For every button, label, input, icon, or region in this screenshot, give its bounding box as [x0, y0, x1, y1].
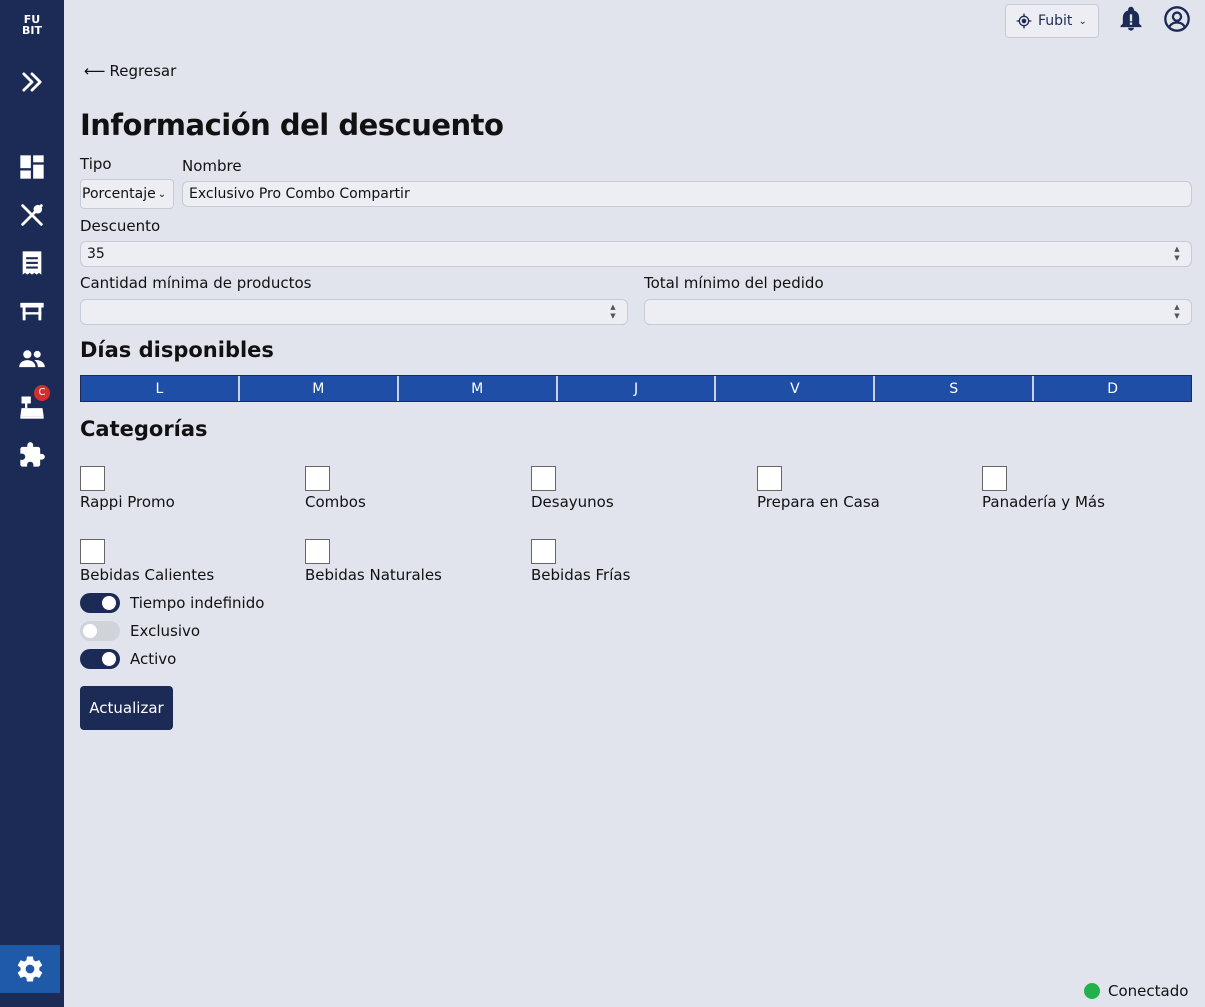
nombre-label: Nombre	[182, 157, 242, 175]
settings-button[interactable]	[0, 945, 60, 993]
number-stepper[interactable]: ▲ ▼	[1173, 246, 1181, 262]
category-label: Panadería y Más	[982, 493, 1105, 511]
cantidad-label: Cantidad mínima de productos	[80, 274, 312, 292]
category-item: Combos	[305, 466, 366, 511]
category-checkbox[interactable]	[305, 539, 330, 564]
location-icon	[1016, 13, 1032, 29]
category-item: Bebidas Calientes	[80, 539, 214, 584]
nombre-input[interactable]: Exclusivo Pro Combo Compartir	[182, 181, 1192, 207]
branch-label: Fubit	[1038, 13, 1073, 29]
cash-badge: C	[34, 385, 50, 401]
category-checkbox[interactable]	[80, 466, 105, 491]
category-item: Desayunos	[531, 466, 614, 511]
total-label: Total mínimo del pedido	[644, 274, 824, 292]
descuento-value: 35	[87, 246, 105, 262]
back-link[interactable]: ⟵ Regresar	[84, 62, 176, 80]
branch-selector[interactable]: Fubit ⌄	[1005, 4, 1099, 38]
receipt-icon[interactable]	[16, 247, 48, 279]
nombre-value: Exclusivo Pro Combo Compartir	[189, 186, 410, 202]
category-checkbox[interactable]	[982, 466, 1007, 491]
bell-icon[interactable]	[1116, 4, 1146, 34]
toggle-label: Activo	[130, 650, 177, 668]
category-label: Bebidas Frías	[531, 566, 631, 584]
number-stepper[interactable]: ▲ ▼	[609, 304, 617, 320]
cash-register-icon[interactable]: C	[16, 385, 50, 423]
sidebar: FU BIT C	[0, 0, 64, 1007]
category-item: Bebidas Frías	[531, 539, 630, 584]
category-item: Rappi Promo	[80, 466, 175, 511]
account-icon[interactable]	[1162, 4, 1192, 34]
status-text: Conectado	[1108, 982, 1189, 1000]
tiempo-indefinido-toggle[interactable]	[80, 593, 120, 613]
category-checkbox[interactable]	[531, 539, 556, 564]
toggle-row: Tiempo indefinido	[80, 593, 264, 613]
tipo-label: Tipo	[80, 155, 112, 173]
category-item: Prepara en Casa	[757, 466, 880, 511]
arrow-left-icon: ⟵	[84, 62, 106, 80]
toggle-row: Activo	[80, 649, 176, 669]
connection-status: Conectado	[1084, 982, 1188, 1000]
expand-icon[interactable]	[16, 66, 48, 98]
category-label: Desayunos	[531, 493, 614, 511]
category-label: Prepara en Casa	[757, 493, 880, 511]
day-button[interactable]: M	[239, 376, 399, 401]
category-label: Bebidas Naturales	[305, 566, 442, 584]
category-checkbox[interactable]	[531, 466, 556, 491]
table-icon[interactable]	[16, 295, 48, 327]
category-item: Bebidas Naturales	[305, 539, 442, 584]
chevron-down-icon: ⌄	[157, 188, 167, 200]
categories-title: Categorías	[80, 417, 208, 441]
day-button[interactable]: M	[398, 376, 558, 401]
category-checkbox[interactable]	[757, 466, 782, 491]
gear-icon	[17, 956, 43, 982]
cantidad-input[interactable]: ▲ ▼	[80, 299, 628, 325]
category-label: Rappi Promo	[80, 493, 175, 511]
day-button[interactable]: D	[1034, 376, 1192, 401]
category-label: Bebidas Calientes	[80, 566, 215, 584]
chevron-down-icon: ⌄	[1078, 15, 1087, 27]
brand-logo[interactable]: FU BIT	[16, 14, 48, 44]
day-button[interactable]: V	[716, 376, 876, 401]
tipo-value: Porcentaje	[82, 186, 156, 202]
tipo-select[interactable]: Porcentaje ⌄	[80, 179, 174, 209]
category-label: Combos	[305, 493, 366, 511]
users-icon[interactable]	[16, 343, 48, 375]
puzzle-icon[interactable]	[16, 439, 48, 471]
back-label: Regresar	[109, 62, 177, 80]
day-button[interactable]: J	[557, 376, 717, 401]
dashboard-icon[interactable]	[16, 151, 48, 183]
days-title: Días disponibles	[80, 338, 274, 362]
toggle-row: Exclusivo	[80, 621, 200, 641]
activo-toggle[interactable]	[80, 649, 120, 669]
category-item: Panadería y Más	[982, 466, 1105, 511]
exclusivo-toggle[interactable]	[80, 621, 120, 641]
descuento-input[interactable]: 35 ▲ ▼	[80, 241, 1192, 267]
number-stepper[interactable]: ▲ ▼	[1173, 304, 1181, 320]
days-selector: L M M J V S D	[80, 375, 1192, 402]
day-button[interactable]: L	[81, 376, 240, 401]
day-button[interactable]: S	[875, 376, 1035, 401]
category-checkbox[interactable]	[80, 539, 105, 564]
status-dot	[1084, 983, 1100, 999]
category-checkbox[interactable]	[305, 466, 330, 491]
utensils-icon[interactable]	[16, 199, 48, 231]
toggle-label: Exclusivo	[130, 622, 201, 640]
descuento-label: Descuento	[80, 217, 161, 235]
total-input[interactable]: ▲ ▼	[644, 299, 1192, 325]
update-button[interactable]: Actualizar	[80, 686, 173, 730]
page-title: Información del descuento	[80, 108, 504, 142]
toggle-label: Tiempo indefinido	[130, 594, 265, 612]
